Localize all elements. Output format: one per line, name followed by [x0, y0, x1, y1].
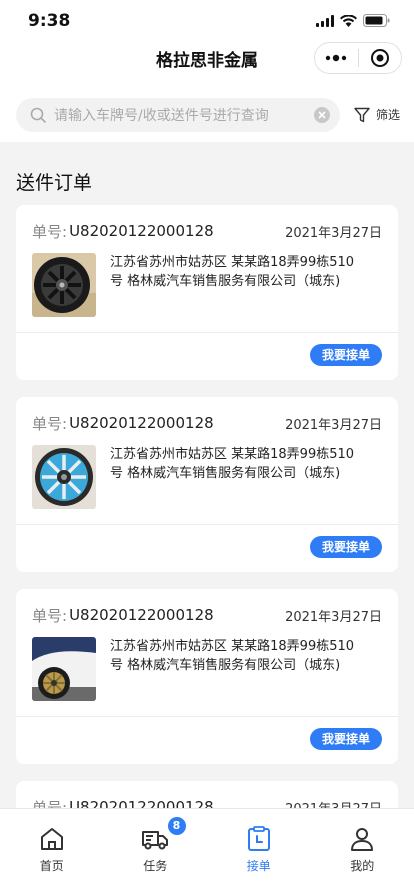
white-car-wheel-image: [32, 637, 96, 701]
nav-bar: 格拉思非金属: [0, 40, 414, 88]
mini-program-capsule: [314, 42, 402, 74]
order-address: 江苏省苏州市姑苏区 某某路18弄99栋510号 格林威汽车销售服务有限公司（城东…: [110, 447, 355, 481]
tab-home[interactable]: 首页: [0, 809, 104, 896]
tab-profile[interactable]: 我的: [311, 809, 414, 896]
section-title: 送件订单: [16, 172, 93, 194]
clipboard-clock-icon: [247, 826, 270, 851]
status-bar: 9:38: [0, 0, 414, 40]
accept-order-button[interactable]: 我要接单: [309, 536, 382, 558]
order-card[interactable]: 单号: U82020122000128 2021年3月27日 江苏省苏州市姑苏区…: [16, 589, 398, 764]
search-icon: [30, 107, 46, 123]
accept-order-button[interactable]: 我要接单: [309, 344, 382, 366]
battery-icon: [363, 14, 390, 27]
clear-icon[interactable]: [314, 107, 330, 123]
order-number-label: 单号:: [32, 606, 68, 625]
home-icon: [40, 828, 63, 850]
tab-label: 我的: [350, 859, 375, 873]
tab-label: 接单: [246, 859, 271, 873]
order-number-label: 单号:: [32, 414, 68, 433]
close-miniprogram-button[interactable]: [359, 43, 402, 73]
order-date: 2021年3月27日: [285, 609, 382, 625]
tab-accept-orders[interactable]: 接单: [207, 809, 311, 896]
target-close-icon: [370, 49, 389, 67]
order-number: U82020122000128: [69, 222, 214, 240]
user-icon: [351, 828, 374, 851]
more-dots-icon: [326, 54, 347, 62]
filter-button[interactable]: 筛选: [354, 106, 400, 123]
order-header: 单号: U82020122000128 2021年3月27日: [32, 413, 382, 433]
task-count-badge: 8: [167, 817, 186, 835]
order-header: 单号: U82020122000128 2021年3月27日: [32, 605, 382, 625]
black-wheel-image: [32, 253, 96, 317]
order-number-label: 单号:: [32, 222, 68, 241]
order-date: 2021年3月27日: [285, 417, 382, 433]
card-divider: [16, 332, 398, 333]
tab-label: 首页: [39, 859, 64, 873]
order-number: U82020122000128: [69, 606, 214, 624]
card-divider: [16, 524, 398, 525]
cellular-signal-icon: [316, 14, 334, 27]
wifi-icon: [340, 14, 357, 27]
order-date: 2021年3月27日: [285, 225, 382, 241]
order-card[interactable]: 单号: U82020122000128 2021年3月27日 江苏省苏州市姑苏区…: [16, 397, 398, 572]
status-time: 9:38: [28, 11, 71, 31]
search-bar: 请输入车牌号/收或送件号进行查询 筛选: [0, 88, 414, 142]
card-divider: [16, 716, 398, 717]
search-field[interactable]: 请输入车牌号/收或送件号进行查询: [16, 98, 340, 132]
order-address: 江苏省苏州市姑苏区 某某路18弄99栋510号 格林威汽车销售服务有限公司（城东…: [110, 255, 355, 289]
order-card[interactable]: 单号: U82020122000128 2021年3月27日 江苏省苏州市姑苏区…: [16, 205, 398, 380]
tab-tasks[interactable]: 任务 8: [104, 809, 208, 896]
tab-bar: 首页 任务 8 接单 我的: [0, 808, 414, 896]
status-icons: [316, 14, 390, 27]
order-header: 单号: U82020122000128 2021年3月27日: [32, 221, 382, 241]
filter-funnel-icon: [354, 107, 370, 122]
search-input[interactable]: 请输入车牌号/收或送件号进行查询: [54, 105, 314, 125]
order-number: U82020122000128: [69, 414, 214, 432]
accept-order-button[interactable]: 我要接单: [309, 728, 382, 750]
order-address: 江苏省苏州市姑苏区 某某路18弄99栋510号 格林威汽车销售服务有限公司（城东…: [110, 639, 355, 673]
truck-icon: [142, 831, 169, 850]
tab-label: 任务: [143, 859, 168, 873]
more-button[interactable]: [315, 43, 358, 73]
blue-wheel-image: [32, 445, 96, 509]
filter-label: 筛选: [375, 108, 400, 122]
